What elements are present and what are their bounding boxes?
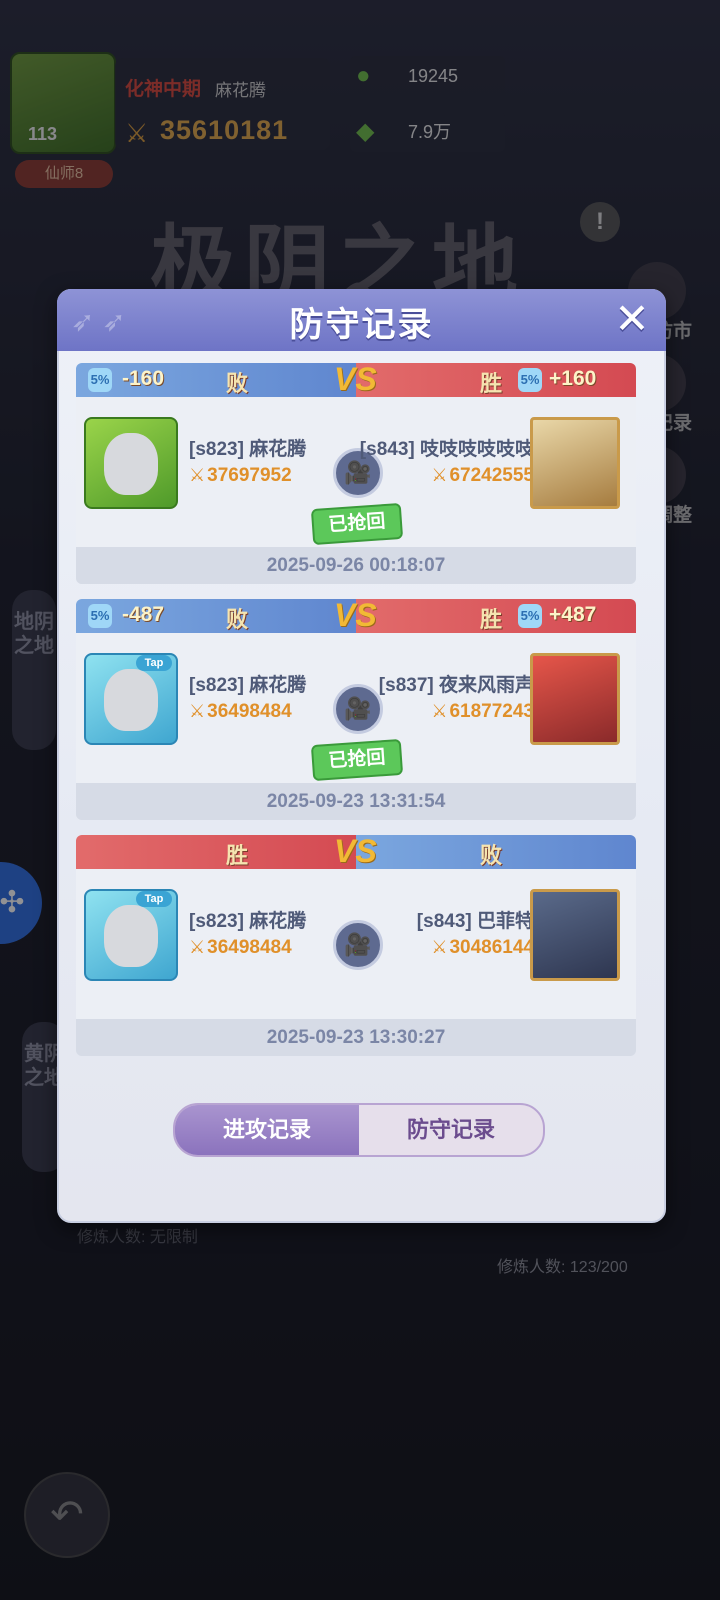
player-name: [s823] 麻花腾 xyxy=(189,911,307,932)
camera-icon: 🎥 xyxy=(344,460,372,485)
record-tabs: 进攻记录 防守记录 xyxy=(173,1103,545,1157)
replay-camera-button[interactable]: 🎥 xyxy=(333,684,383,734)
player-avatar[interactable] xyxy=(84,417,178,509)
green-orb-icon: ● xyxy=(356,62,371,89)
area-banner-earth[interactable]: 地阴之地 xyxy=(12,590,56,750)
opponent-avatar[interactable] xyxy=(530,417,620,509)
left-result: 败 xyxy=(226,371,249,396)
info-alert-icon[interactable]: ! xyxy=(580,202,620,242)
player-title-badge: 仙师8 xyxy=(15,160,113,188)
player-power: ⚔ 36498484 xyxy=(189,701,292,722)
player-power: 35610181 xyxy=(160,115,289,145)
record-card: 5% -160 败 VS 胜 5% +160 [s823] 麻花腾 ⚔ 37697… xyxy=(76,363,636,584)
opponent-name: [s843] 巴菲特 xyxy=(416,911,534,932)
recovered-badge: 已抢回 xyxy=(310,738,404,782)
sword-icon: ⚔ xyxy=(431,701,448,721)
player-name: [s823] 麻花腾 xyxy=(189,439,307,460)
gamepad-icon[interactable]: ✣ xyxy=(0,862,42,944)
result-bar: 5% -487 败 VS 胜 5% +487 xyxy=(76,599,636,633)
opponent-avatar[interactable] xyxy=(530,653,620,745)
camera-icon: 🎥 xyxy=(344,696,372,721)
record-time: 2025-09-23 13:30:27 xyxy=(76,1019,636,1056)
sword-icon: ⚔ xyxy=(431,465,448,485)
player-avatar[interactable]: Tap xyxy=(84,653,178,745)
gem-icon: ◆ xyxy=(356,118,375,145)
player-name: [s823] 麻花腾 xyxy=(189,675,307,696)
sword-icon: ⚔ xyxy=(189,937,206,957)
opponent-power: ⚔ 30486144 xyxy=(431,937,534,958)
tab-attack-records[interactable]: 进攻记录 xyxy=(175,1105,359,1155)
sword-icon: ⚔ xyxy=(189,465,206,485)
right-result: 败 xyxy=(480,843,503,868)
gem-icon: 5% xyxy=(518,368,542,392)
player-level: 113 xyxy=(28,124,58,144)
tab-defense-records[interactable]: 防守记录 xyxy=(359,1105,543,1155)
record-time: 2025-09-26 00:18:07 xyxy=(76,547,636,584)
record-card: 胜 VS 败 Tap [s823] 麻花腾 ⚔ 36498484 🎥 [s843]… xyxy=(76,835,636,1056)
gem-icon: 5% xyxy=(88,368,112,392)
close-icon[interactable]: ✕ xyxy=(610,298,654,343)
opponent-avatar[interactable] xyxy=(530,889,620,981)
opponent-name: [s837] 夜来风雨声 xyxy=(378,675,534,696)
player-avatar[interactable]: Tap xyxy=(84,889,178,981)
record-time: 2025-09-23 13:31:54 xyxy=(76,783,636,820)
defense-record-dialog: ➶ ➶ 防守记录 ✕ 5% -160 败 VS 胜 5% +160 [s823]… xyxy=(57,289,666,1223)
gem-icon: 5% xyxy=(88,604,112,628)
opponent-power: ⚔ 61877243 xyxy=(431,701,534,722)
resource-gem[interactable]: ◆ 7.9万 xyxy=(350,112,505,152)
replay-camera-button[interactable]: 🎥 xyxy=(333,920,383,970)
right-score: +160 xyxy=(549,367,597,390)
left-score: -160 xyxy=(122,367,165,390)
left-result: 败 xyxy=(226,607,249,632)
tap-tag: Tap xyxy=(136,891,172,907)
left-result: 胜 xyxy=(226,843,249,868)
right-result: 胜 xyxy=(480,371,503,396)
player-power: ⚔ 37697952 xyxy=(189,465,292,486)
sword-icon: ⚔ xyxy=(431,937,448,957)
result-bar: 5% -160 败 VS 胜 5% +160 xyxy=(76,363,636,397)
player-realm: 化神中期 xyxy=(125,79,202,100)
right-score: +487 xyxy=(549,603,597,626)
right-result: 胜 xyxy=(480,607,503,632)
gem-icon: 5% xyxy=(518,604,542,628)
vs-label: VS xyxy=(334,599,377,633)
dialog-header: ➶ ➶ 防守记录 ✕ xyxy=(57,289,666,351)
cultivators-count-right: 修炼人数: 123/200 xyxy=(497,1259,628,1276)
opponent-name: [s843] 吱吱吱吱吱吱 xyxy=(359,439,534,460)
record-card: 5% -487 败 VS 胜 5% +487 Tap [s823] 麻花腾 ⚔ 3… xyxy=(76,599,636,820)
resource-orb[interactable]: ● 19245 xyxy=(350,56,505,96)
player-avatar[interactable] xyxy=(10,52,116,154)
dialog-title: 防守记录 xyxy=(289,306,434,344)
opponent-power: ⚔ 67242555 xyxy=(431,465,534,486)
player-name: 麻花腾 xyxy=(215,81,266,100)
recovered-badge: 已抢回 xyxy=(310,502,404,546)
sword-icon: ⚔ xyxy=(125,118,149,148)
player-power: ⚔ 36498484 xyxy=(189,937,292,958)
tap-tag: Tap xyxy=(136,655,172,671)
cultivators-count-left: 修炼人数: 无限制 xyxy=(77,1229,198,1246)
camera-icon: 🎥 xyxy=(344,932,372,957)
left-score: -487 xyxy=(122,603,165,626)
vs-label: VS xyxy=(334,363,377,397)
back-arrow-icon[interactable]: ↶ xyxy=(24,1472,110,1558)
result-bar: 胜 VS 败 xyxy=(76,835,636,869)
vs-label: VS xyxy=(334,835,377,869)
sword-icon: ⚔ xyxy=(189,701,206,721)
